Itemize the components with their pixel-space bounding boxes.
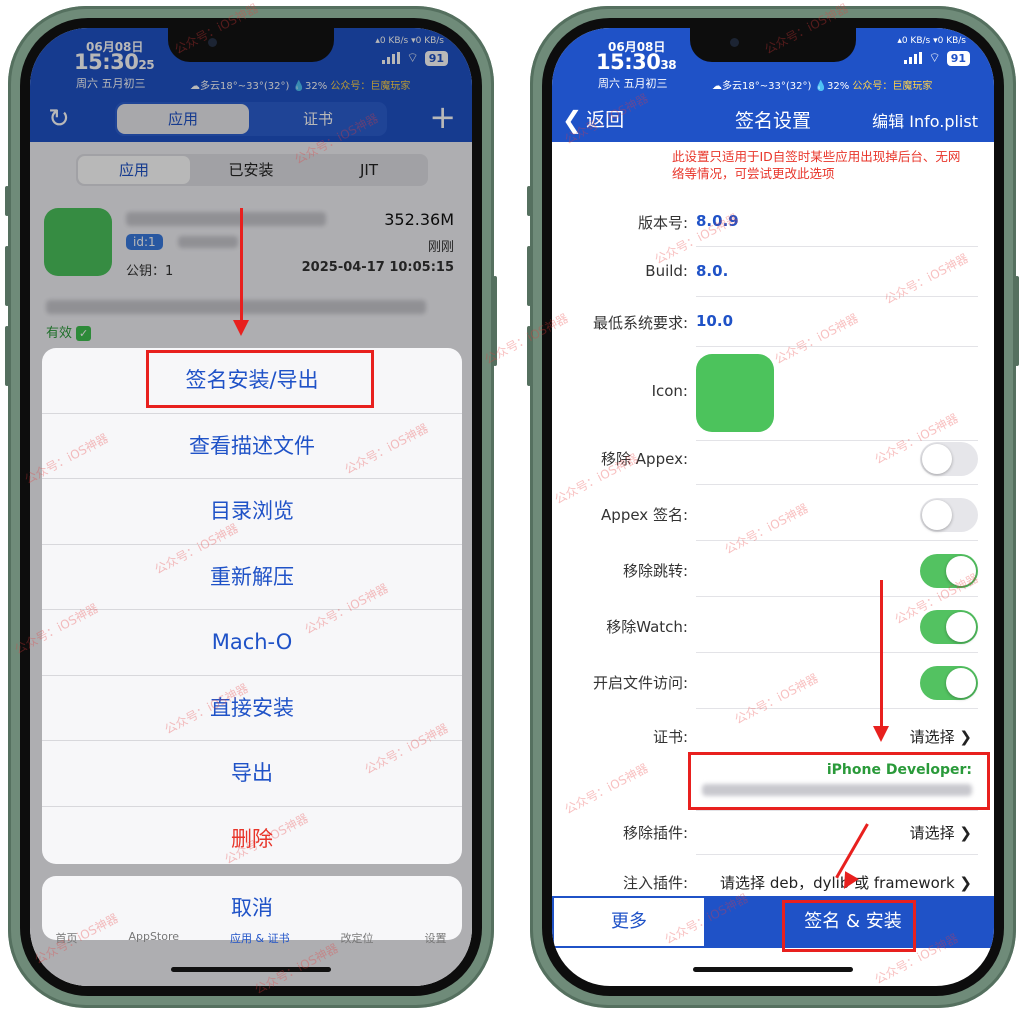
status-speed: ▴0 KB/s ▾0 KB/s bbox=[897, 36, 966, 46]
status-lunar: 周六 五月初三 bbox=[598, 77, 668, 90]
tab-location[interactable]: 改定位 bbox=[341, 930, 374, 986]
status-icons: ⌔ 91 bbox=[904, 50, 970, 66]
right-phone: 06月08日 15:3038 周六 五月初三 ▴0 KB/s ▾0 KB/s ⌔… bbox=[527, 6, 1019, 1008]
remove-jump-label: 移除跳转: bbox=[622, 562, 688, 580]
divider bbox=[696, 484, 978, 485]
wifi-icon: ⌔ bbox=[928, 51, 941, 66]
remove-plugin-label: 移除插件: bbox=[622, 824, 688, 842]
mute-switch bbox=[5, 186, 9, 216]
divider bbox=[696, 296, 978, 297]
annotation-arrow-line bbox=[880, 580, 883, 730]
volume-up-button bbox=[5, 246, 9, 306]
version-label: 版本号: bbox=[637, 214, 688, 232]
notch bbox=[168, 28, 334, 62]
divider bbox=[696, 540, 978, 541]
divider bbox=[696, 346, 978, 347]
build-value[interactable]: 8.0. bbox=[696, 262, 728, 280]
sheet-view-profile[interactable]: 查看描述文件 bbox=[42, 414, 462, 479]
certificate-label: 证书: bbox=[652, 728, 688, 746]
annotation-arrow-line bbox=[240, 208, 243, 320]
sheet-direct-install[interactable]: 直接安装 bbox=[42, 676, 462, 741]
volume-down-button bbox=[527, 326, 531, 386]
file-access-label: 开启文件访问: bbox=[592, 674, 688, 692]
annotation-arrow-head bbox=[233, 320, 249, 336]
edit-info-plist-button[interactable]: 编辑 Info.plist bbox=[872, 108, 978, 132]
divider bbox=[696, 246, 978, 247]
power-button bbox=[493, 276, 497, 366]
volume-down-button bbox=[5, 326, 9, 386]
icon-label: Icon: bbox=[651, 382, 688, 400]
left-screen: 06月08日 15:3025 周六 五月初三 ▴0 KB/s ▾0 KB/s ⌔… bbox=[30, 28, 472, 986]
highlight-box-certificate bbox=[688, 752, 990, 810]
weather-text: ☁多云18°~33°(32°) 💧32% bbox=[712, 81, 850, 92]
home-indicator bbox=[171, 967, 331, 972]
build-label: Build: bbox=[645, 262, 688, 280]
divider bbox=[696, 596, 978, 597]
divider bbox=[696, 708, 978, 709]
notch bbox=[690, 28, 856, 62]
sheet-delete[interactable]: 删除 bbox=[42, 807, 462, 865]
toggle-knob bbox=[922, 500, 952, 530]
divider bbox=[696, 440, 978, 441]
toggle-knob bbox=[946, 556, 976, 586]
status-time-main: 15:30 bbox=[596, 50, 661, 74]
nav-bar: ❮ 返回 签名设置 编辑 Info.plist bbox=[552, 96, 994, 142]
remove-plugin-select[interactable]: 请选择 ❯ bbox=[910, 822, 972, 843]
remove-watch-label: 移除Watch: bbox=[606, 618, 688, 636]
home-indicator bbox=[693, 967, 853, 972]
tab-settings[interactable]: 设置 bbox=[425, 930, 447, 986]
annotation-arrow-head bbox=[873, 726, 889, 742]
tab-home[interactable]: 首页 bbox=[55, 930, 77, 986]
battery-icon: 91 bbox=[946, 50, 970, 66]
sheet-export[interactable]: 导出 bbox=[42, 741, 462, 807]
status-seconds: 38 bbox=[660, 58, 677, 72]
toggle-knob bbox=[922, 444, 952, 474]
signal-icon bbox=[904, 52, 923, 64]
divider bbox=[696, 854, 978, 855]
toggle-knob bbox=[946, 668, 976, 698]
highlight-box-sign-install bbox=[782, 900, 916, 952]
action-sheet: 签名安装/导出 查看描述文件 目录浏览 重新解压 Mach-O 直接安装 导出 … bbox=[42, 348, 462, 864]
app-icon-preview[interactable] bbox=[696, 354, 774, 432]
volume-up-button bbox=[527, 246, 531, 306]
divider bbox=[696, 652, 978, 653]
status-time: 15:3038 bbox=[596, 50, 677, 74]
more-button[interactable]: 更多 bbox=[554, 898, 704, 946]
tab-appstore[interactable]: AppStore bbox=[128, 930, 179, 986]
bottom-action-bar: 更多 签名 & 安装 bbox=[552, 896, 994, 948]
weather-account: 公众号：巨魔玩家 bbox=[852, 81, 933, 92]
min-system-label: 最低系统要求: bbox=[592, 314, 688, 332]
divider bbox=[696, 810, 978, 811]
settings-note: 此设置只适用于ID自签时某些应用出现掉后台、无网络等情况，可尝试更改此选项 bbox=[672, 149, 961, 181]
appex-sign-label: Appex 签名: bbox=[601, 506, 688, 524]
sheet-mach-o[interactable]: Mach-O bbox=[42, 610, 462, 676]
left-phone: 06月08日 15:3025 周六 五月初三 ▴0 KB/s ▾0 KB/s ⌔… bbox=[5, 6, 497, 1008]
remove-appex-label: 移除 Appex: bbox=[601, 450, 688, 468]
status-weather: ☁多云18°~33°(32°) 💧32% 公众号：巨魔玩家 bbox=[712, 77, 932, 92]
highlight-box-sign bbox=[146, 350, 374, 408]
remove-jump-toggle[interactable] bbox=[920, 554, 978, 588]
tab-bar: 首页 AppStore 应用 & 证书 改定位 设置 bbox=[30, 926, 472, 986]
remove-watch-toggle[interactable] bbox=[920, 610, 978, 644]
camera bbox=[208, 38, 217, 47]
version-value[interactable]: 8.0.9 bbox=[696, 212, 739, 230]
power-button bbox=[1015, 276, 1019, 366]
min-system-value[interactable]: 10.0 bbox=[696, 312, 733, 330]
sheet-re-extract[interactable]: 重新解压 bbox=[42, 545, 462, 610]
inject-plugin-label: 注入插件: bbox=[622, 874, 688, 892]
toggle-knob bbox=[946, 612, 976, 642]
tab-apps-certs[interactable]: 应用 & 证书 bbox=[230, 930, 290, 986]
sheet-browse-directory[interactable]: 目录浏览 bbox=[42, 479, 462, 545]
appex-sign-toggle[interactable] bbox=[920, 498, 978, 532]
right-screen: 06月08日 15:3038 周六 五月初三 ▴0 KB/s ▾0 KB/s ⌔… bbox=[552, 28, 994, 986]
camera bbox=[730, 38, 739, 47]
certificate-select[interactable]: 请选择 ❯ bbox=[910, 726, 972, 747]
remove-appex-toggle[interactable] bbox=[920, 442, 978, 476]
file-access-toggle[interactable] bbox=[920, 666, 978, 700]
mute-switch bbox=[527, 186, 531, 216]
